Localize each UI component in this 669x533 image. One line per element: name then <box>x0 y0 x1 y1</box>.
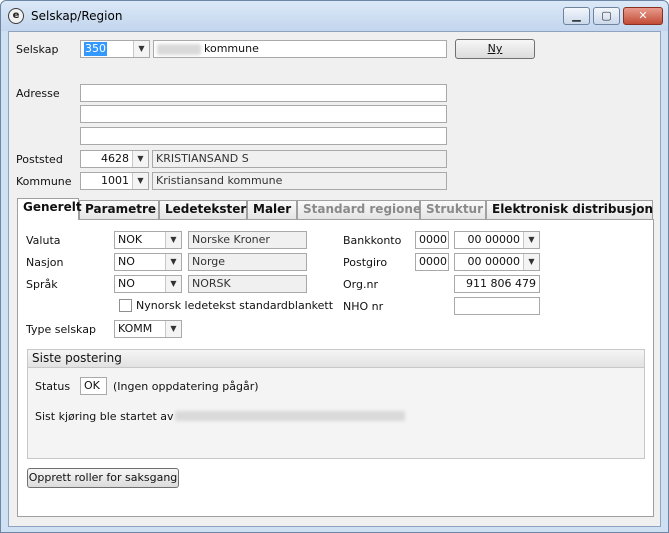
close-button[interactable]: ✕ <box>623 7 663 25</box>
siste-postering-title: Siste postering <box>28 350 644 368</box>
chevron-down-icon[interactable]: ▼ <box>165 276 181 292</box>
status-field: OK <box>80 377 107 395</box>
siste-postering-group: Siste postering Status OK (Ingen oppdate… <box>27 349 645 459</box>
selskap-value: 350 <box>84 42 107 56</box>
status-label: Status <box>35 380 71 393</box>
nasjon-combo[interactable]: NO ▼ <box>114 253 182 271</box>
type-selskap-value: KOMM <box>118 322 153 335</box>
nho-field[interactable] <box>454 297 540 315</box>
orgnr-field[interactable]: 911 806 479 <box>454 275 540 293</box>
valuta-combo[interactable]: NOK ▼ <box>114 231 182 249</box>
chevron-down-icon[interactable]: ▼ <box>165 254 181 270</box>
main-window: e Selskap/Region ▁ ▢ ✕ Selskap 350 ▼ kom… <box>0 0 669 533</box>
chevron-down-icon[interactable]: ▼ <box>133 41 149 57</box>
sprak-combo[interactable]: NO ▼ <box>114 275 182 293</box>
postgiro-combo[interactable]: 00 00000 ▼ <box>454 253 540 271</box>
poststed-name-field: KRISTIANSAND S <box>152 150 447 168</box>
postgiro-value: 00 00000 <box>467 255 521 268</box>
chevron-down-icon[interactable]: ▼ <box>165 321 181 337</box>
kommune-combo[interactable]: 1001 ▼ <box>80 172 149 190</box>
tab-elektronisk-distribusjon[interactable]: Elektronisk distribusjon <box>486 200 653 219</box>
minimize-button[interactable]: ▁ <box>563 7 590 25</box>
sist-kjoring-text: Sist kjøring ble startet av <box>35 410 174 423</box>
ny-button[interactable]: Ny <box>455 39 535 59</box>
nasjon-label: Nasjon <box>26 256 64 269</box>
tab-struktur[interactable]: Struktur <box>420 200 486 219</box>
selskap-label: Selskap <box>16 43 59 56</box>
redacted-text <box>157 44 201 55</box>
kommune-label: Kommune <box>16 175 72 188</box>
tab-standard-regioner[interactable]: Standard regioner <box>297 200 427 219</box>
selskap-name-field[interactable]: kommune <box>153 40 447 58</box>
poststed-code: 4628 <box>101 152 129 165</box>
poststed-combo[interactable]: 4628 ▼ <box>80 150 149 168</box>
tab-ledetekster[interactable]: Ledetekster <box>159 200 247 219</box>
tab-parametre[interactable]: Parametre <box>79 200 159 219</box>
kommune-name-field: Kristiansand kommune <box>152 172 447 190</box>
chevron-down-icon[interactable]: ▼ <box>523 254 539 270</box>
title-bar: e Selskap/Region ▁ ▢ ✕ <box>1 1 668 31</box>
valuta-name-field: Norske Kroner <box>188 231 307 249</box>
selskap-name-text: kommune <box>204 42 259 55</box>
opprett-roller-label: Opprett roller for saksgang <box>28 471 178 484</box>
postgiro-prefix-field[interactable]: 0000 <box>415 253 449 271</box>
client-area: Selskap 350 ▼ kommune Ny Adresse Postste… <box>8 31 661 527</box>
nynorsk-checkbox[interactable] <box>119 299 132 312</box>
kommune-code: 1001 <box>101 174 129 187</box>
orgnr-label: Org.nr <box>343 278 378 291</box>
nho-label: NHO nr <box>343 300 384 313</box>
nasjon-name-field: Norge <box>188 253 307 271</box>
app-logo-icon: e <box>8 8 24 24</box>
adresse-line-3[interactable] <box>80 127 447 145</box>
bankkonto-prefix-field[interactable]: 0000 <box>415 231 449 249</box>
chevron-down-icon[interactable]: ▼ <box>132 151 148 167</box>
adresse-label: Adresse <box>16 87 60 100</box>
redacted-text <box>175 411 405 421</box>
opprett-roller-button[interactable]: Opprett roller for saksgang <box>27 468 179 488</box>
adresse-line-1[interactable] <box>80 84 447 102</box>
bankkonto-combo[interactable]: 00 00000 ▼ <box>454 231 540 249</box>
type-selskap-combo[interactable]: KOMM ▼ <box>114 320 182 338</box>
tab-maler[interactable]: Maler <box>247 200 297 219</box>
valuta-code: NOK <box>118 233 143 246</box>
ny-button-label: Ny <box>487 42 503 55</box>
tab-generelt[interactable]: Generelt <box>17 198 82 220</box>
chevron-down-icon[interactable]: ▼ <box>165 232 181 248</box>
chevron-down-icon[interactable]: ▼ <box>523 232 539 248</box>
poststed-label: Poststed <box>16 153 63 166</box>
nynorsk-label: Nynorsk ledetekst standardblankett <box>136 299 334 312</box>
chevron-down-icon[interactable]: ▼ <box>132 173 148 189</box>
adresse-line-2[interactable] <box>80 105 447 123</box>
bankkonto-value: 00 00000 <box>467 233 521 246</box>
selskap-combo[interactable]: 350 ▼ <box>80 40 150 58</box>
tab-panel-generelt: Valuta NOK ▼ Norske Kroner Nasjon NO ▼ N… <box>17 219 654 517</box>
maximize-button[interactable]: ▢ <box>593 7 620 25</box>
bankkonto-label: Bankkonto <box>343 234 402 247</box>
valuta-label: Valuta <box>26 234 61 247</box>
nasjon-code: NO <box>118 255 135 268</box>
sprak-label: Språk <box>26 278 58 291</box>
sprak-name-field: NORSK <box>188 275 307 293</box>
status-text: (Ingen oppdatering pågår) <box>113 380 259 393</box>
type-selskap-label: Type selskap <box>26 323 96 336</box>
sprak-code: NO <box>118 277 135 290</box>
window-title: Selskap/Region <box>31 9 123 23</box>
postgiro-label: Postgiro <box>343 256 388 269</box>
